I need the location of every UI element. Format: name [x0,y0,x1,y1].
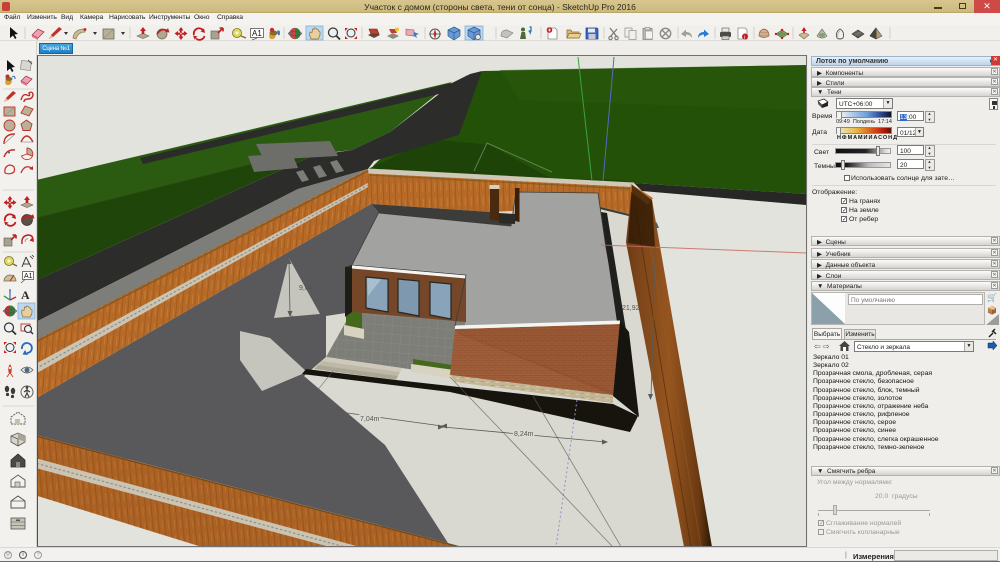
svg-text:21,92: 21,92 [622,305,640,312]
svg-text:A: A [21,288,30,302]
svg-text:9,04: 9,04 [299,285,313,292]
svg-text:7,04m: 7,04m [360,416,380,423]
svg-text:A1: A1 [252,29,262,38]
svg-text:A1: A1 [24,273,33,280]
svg-text:8,24m: 8,24m [514,431,534,438]
